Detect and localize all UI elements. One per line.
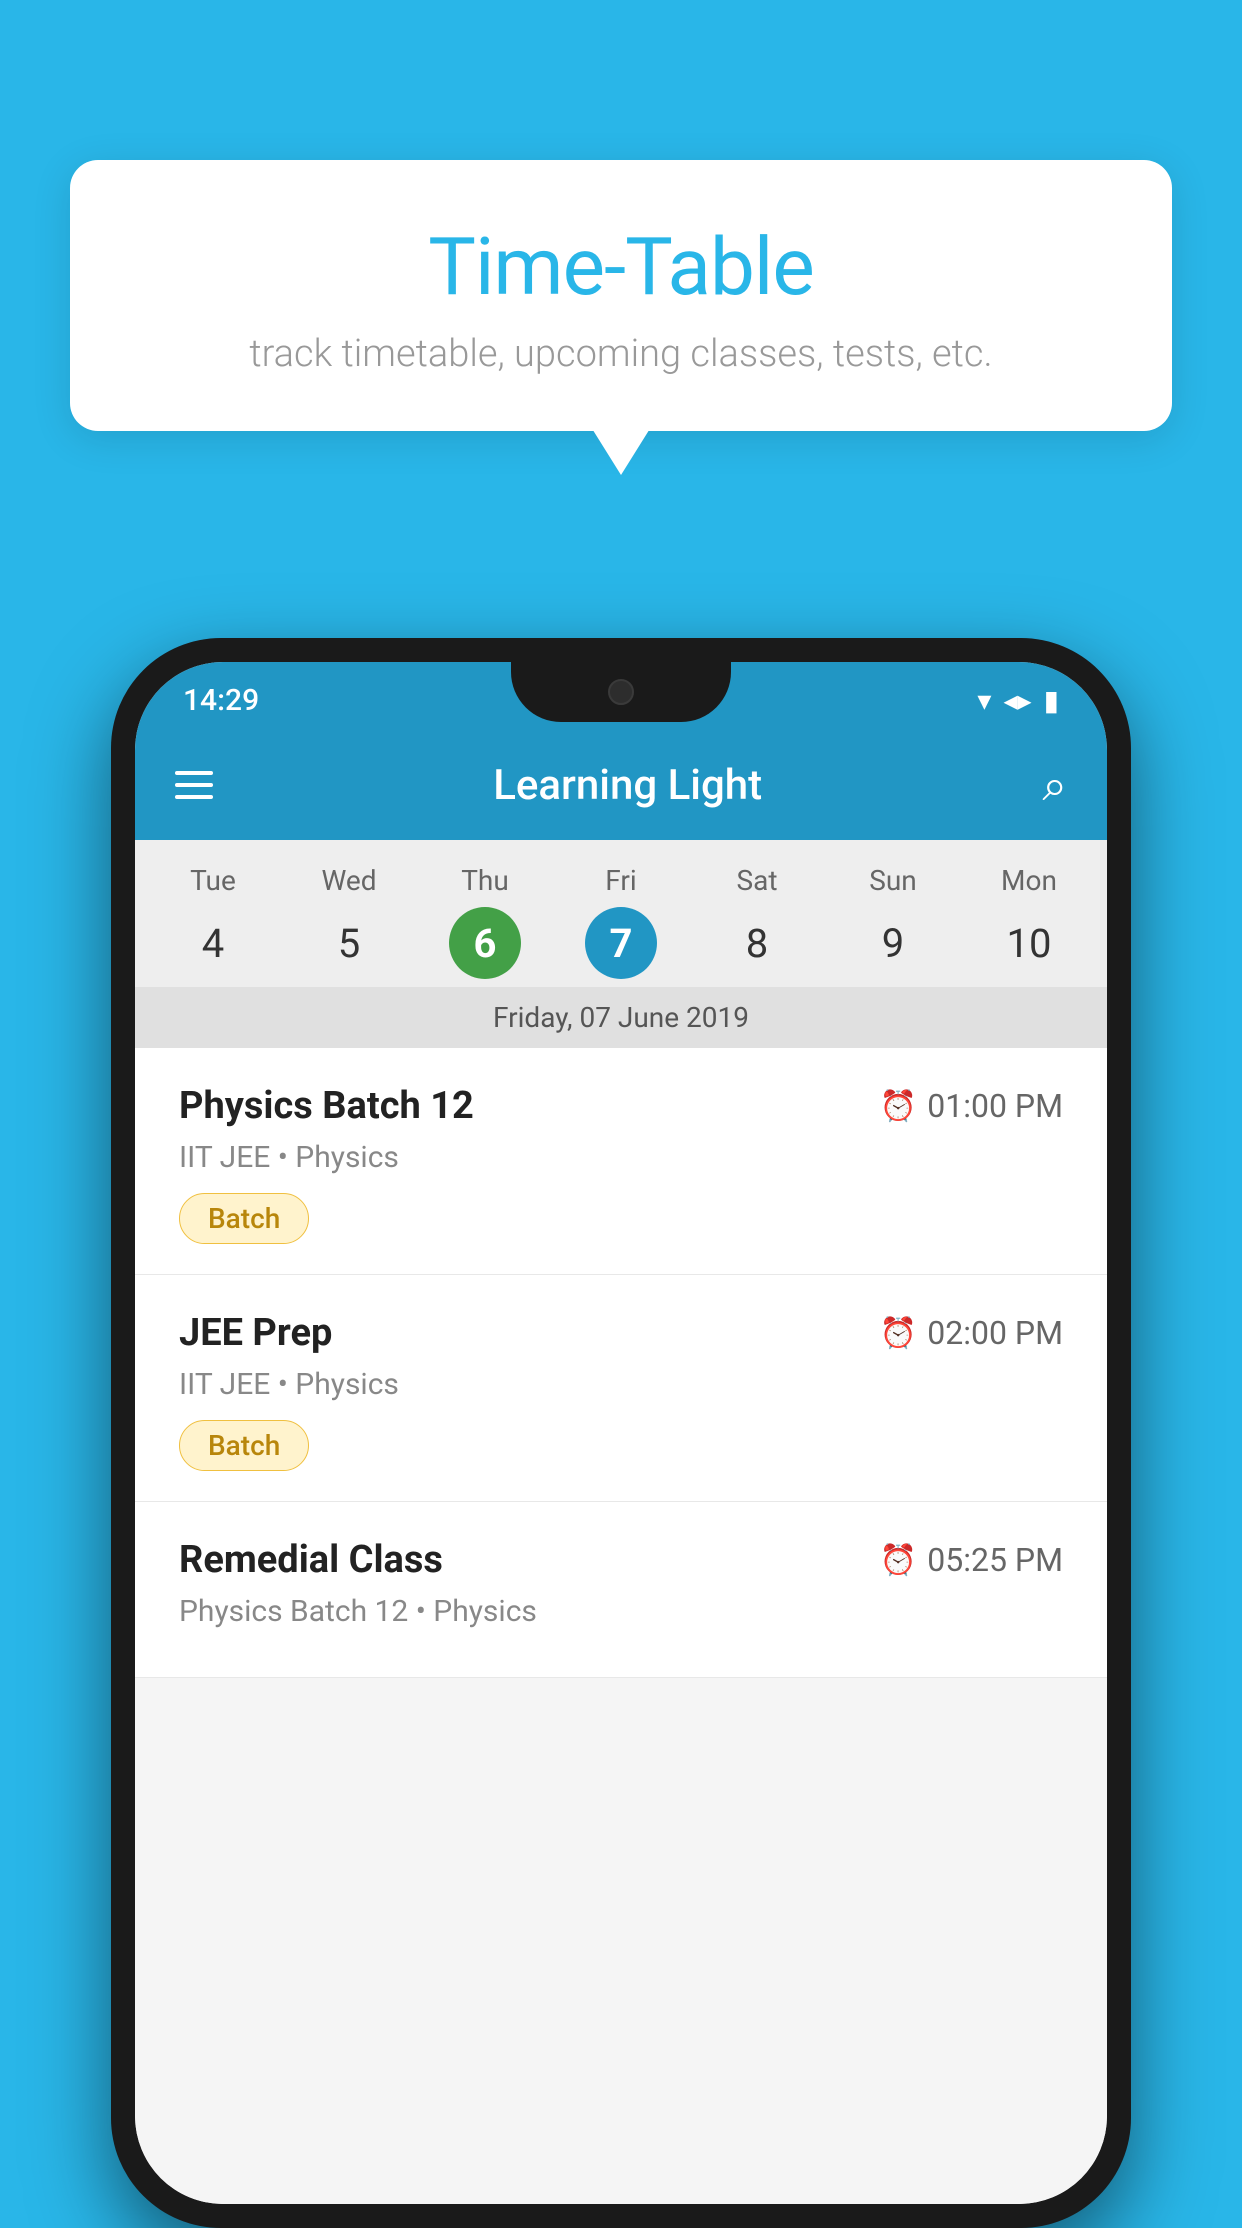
day-col-mon[interactable]: Mon 10	[969, 864, 1089, 979]
item-time: ⏰02:00 PM	[880, 1314, 1063, 1352]
day-col-sun[interactable]: Sun 9	[833, 864, 953, 979]
batch-badge: Batch	[179, 1420, 309, 1471]
item-header: Remedial Class ⏰05:25 PM	[179, 1538, 1063, 1582]
day-number[interactable]: 4	[177, 907, 249, 979]
day-col-wed[interactable]: Wed 5	[289, 864, 409, 979]
day-name: Thu	[461, 864, 509, 897]
day-name: Mon	[1001, 864, 1057, 897]
wifi-icon: ▾	[977, 684, 991, 717]
status-icons: ▾ ◂▸ ▮	[977, 684, 1059, 717]
schedule-item[interactable]: Remedial Class ⏰05:25 PM Physics Batch 12 …	[135, 1502, 1107, 1678]
item-time: ⏰05:25 PM	[880, 1541, 1063, 1579]
status-time: 14:29	[183, 683, 259, 718]
phone-mockup: 14:29 ▾ ◂▸ ▮ Learning Light ⌕	[111, 638, 1131, 2228]
item-time: ⏰01:00 PM	[880, 1087, 1063, 1125]
day-name: Sun	[869, 864, 917, 897]
tooltip-subtitle: track timetable, upcoming classes, tests…	[130, 332, 1112, 376]
phone-notch	[511, 662, 731, 722]
clock-icon: ⏰	[880, 1089, 917, 1124]
item-subtitle: IIT JEE • Physics	[179, 1367, 1063, 1402]
day-number[interactable]: 10	[993, 907, 1065, 979]
item-title: JEE Prep	[179, 1311, 332, 1355]
signal-icon: ◂▸	[1003, 684, 1031, 717]
day-number[interactable]: 7	[585, 907, 657, 979]
schedule-item[interactable]: JEE Prep ⏰02:00 PM IIT JEE • Physics Batch	[135, 1275, 1107, 1502]
day-name: Sat	[736, 864, 777, 897]
day-number[interactable]: 5	[313, 907, 385, 979]
item-title: Remedial Class	[179, 1538, 443, 1582]
day-name: Fri	[605, 864, 636, 897]
clock-icon: ⏰	[880, 1543, 917, 1578]
item-header: Physics Batch 12 ⏰01:00 PM	[179, 1084, 1063, 1128]
days-row: Tue 4 Wed 5 Thu 6 Fri 7 Sat 8 Sun 9 Mon 10	[135, 864, 1107, 987]
search-icon[interactable]: ⌕	[1042, 759, 1067, 811]
calendar-strip: Tue 4 Wed 5 Thu 6 Fri 7 Sat 8 Sun 9 Mon 10 Friday, 07…	[135, 840, 1107, 1048]
day-name: Tue	[190, 864, 236, 897]
day-number[interactable]: 6	[449, 907, 521, 979]
screen-content: 14:29 ▾ ◂▸ ▮ Learning Light ⌕	[135, 662, 1107, 2204]
front-camera	[608, 679, 634, 705]
day-col-thu[interactable]: Thu 6	[425, 864, 545, 979]
batch-badge: Batch	[179, 1193, 309, 1244]
day-col-tue[interactable]: Tue 4	[153, 864, 273, 979]
day-name: Wed	[321, 864, 376, 897]
day-col-sat[interactable]: Sat 8	[697, 864, 817, 979]
item-subtitle: Physics Batch 12 • Physics	[179, 1594, 1063, 1629]
item-title: Physics Batch 12	[179, 1084, 474, 1128]
schedule-item[interactable]: Physics Batch 12 ⏰01:00 PM IIT JEE • Physi…	[135, 1048, 1107, 1275]
app-title: Learning Light	[249, 761, 1006, 810]
phone-outer: 14:29 ▾ ◂▸ ▮ Learning Light ⌕	[111, 638, 1131, 2228]
day-number[interactable]: 8	[721, 907, 793, 979]
item-header: JEE Prep ⏰02:00 PM	[179, 1311, 1063, 1355]
item-subtitle: IIT JEE • Physics	[179, 1140, 1063, 1175]
battery-icon: ▮	[1044, 684, 1059, 717]
tooltip-title: Time-Table	[130, 220, 1112, 314]
hamburger-menu-icon[interactable]	[175, 771, 213, 799]
app-bar: Learning Light ⌕	[135, 730, 1107, 840]
tooltip-card: Time-Table track timetable, upcoming cla…	[70, 160, 1172, 431]
day-number[interactable]: 9	[857, 907, 929, 979]
phone-screen: 14:29 ▾ ◂▸ ▮ Learning Light ⌕	[135, 662, 1107, 2204]
clock-icon: ⏰	[880, 1316, 917, 1351]
day-col-fri[interactable]: Fri 7	[561, 864, 681, 979]
selected-date-label: Friday, 07 June 2019	[135, 987, 1107, 1048]
schedule-list: Physics Batch 12 ⏰01:00 PM IIT JEE • Physi…	[135, 1048, 1107, 2204]
